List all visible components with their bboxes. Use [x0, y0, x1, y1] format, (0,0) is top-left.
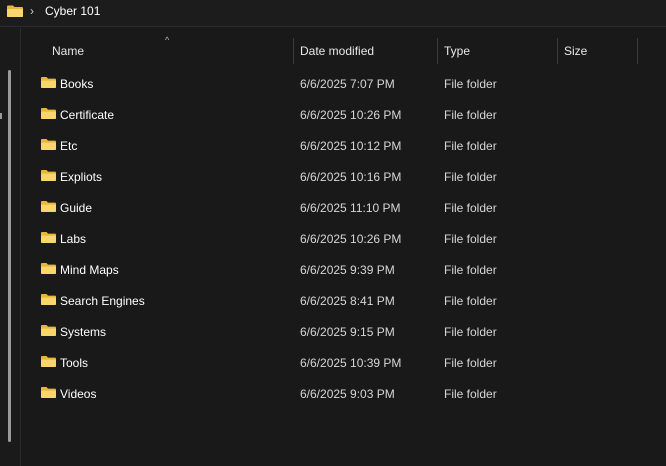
- row-type: File folder: [444, 325, 497, 339]
- pane-edge-marker: [0, 113, 2, 119]
- table-row[interactable]: Guide 6/6/2025 11:10 PM File folder: [22, 192, 666, 223]
- folder-icon: [41, 294, 56, 305]
- folder-icon: [41, 139, 56, 150]
- table-row[interactable]: Expliots 6/6/2025 10:16 PM File folder: [22, 161, 666, 192]
- row-type: File folder: [444, 77, 497, 91]
- column-header-date-modified[interactable]: Date modified: [300, 36, 374, 66]
- column-divider[interactable]: [557, 38, 558, 64]
- row-name: Tools: [60, 356, 89, 370]
- row-date-modified: 6/6/2025 11:10 PM: [300, 201, 401, 215]
- navigation-pane[interactable]: [0, 28, 21, 466]
- row-name: Etc: [60, 139, 78, 153]
- row-name: Books: [60, 77, 94, 91]
- row-name: Systems: [60, 325, 107, 339]
- breadcrumb-current[interactable]: Cyber 101: [45, 4, 100, 18]
- table-row[interactable]: Certificate 6/6/2025 10:26 PM File folde…: [22, 99, 666, 130]
- row-date-modified: 6/6/2025 10:16 PM: [300, 170, 402, 184]
- folder-icon: [41, 232, 56, 243]
- address-bar[interactable]: › Cyber 101: [0, 0, 666, 27]
- table-row[interactable]: Etc 6/6/2025 10:12 PM File folder: [22, 130, 666, 161]
- table-row[interactable]: Search Engines 6/6/2025 8:41 PM File fol…: [22, 285, 666, 316]
- sort-ascending-icon: ^: [165, 35, 170, 45]
- row-name: Videos: [60, 387, 97, 401]
- table-row[interactable]: Tools 6/6/2025 10:39 PM File folder: [22, 347, 666, 378]
- row-name: Guide: [60, 201, 93, 215]
- folder-icon: [41, 170, 56, 181]
- table-row[interactable]: Mind Maps 6/6/2025 9:39 PM File folder: [22, 254, 666, 285]
- folder-icon: [41, 77, 56, 88]
- row-type: File folder: [444, 263, 497, 277]
- file-list[interactable]: ^ Name Date modified Type Size Books 6/6…: [22, 28, 666, 466]
- table-row[interactable]: Videos 6/6/2025 9:03 PM File folder: [22, 378, 666, 409]
- navigation-scrollbar[interactable]: [8, 70, 11, 442]
- row-date-modified: 6/6/2025 10:26 PM: [300, 232, 402, 246]
- folder-icon: [41, 108, 56, 119]
- table-row[interactable]: Books 6/6/2025 7:07 PM File folder: [22, 68, 666, 99]
- row-type: File folder: [444, 170, 497, 184]
- folder-icon: [41, 263, 56, 274]
- folder-icon: [41, 325, 56, 336]
- row-name: Certificate: [60, 108, 115, 122]
- row-name: Expliots: [60, 170, 103, 184]
- folder-icon: [41, 356, 56, 367]
- column-divider[interactable]: [637, 38, 638, 64]
- row-date-modified: 6/6/2025 10:12 PM: [300, 139, 402, 153]
- row-date-modified: 6/6/2025 7:07 PM: [300, 77, 395, 91]
- row-type: File folder: [444, 232, 497, 246]
- row-type: File folder: [444, 356, 497, 370]
- breadcrumb-chevron-icon[interactable]: ›: [30, 4, 34, 18]
- column-divider[interactable]: [437, 38, 438, 64]
- column-header-row: ^ Name Date modified Type Size: [22, 35, 666, 66]
- row-type: File folder: [444, 294, 497, 308]
- row-date-modified: 6/6/2025 10:39 PM: [300, 356, 402, 370]
- row-type: File folder: [444, 201, 497, 215]
- row-date-modified: 6/6/2025 9:03 PM: [300, 387, 395, 401]
- row-date-modified: 6/6/2025 8:41 PM: [300, 294, 395, 308]
- row-date-modified: 6/6/2025 10:26 PM: [300, 108, 402, 122]
- column-divider[interactable]: [293, 38, 294, 64]
- folder-icon: [7, 5, 23, 17]
- row-type: File folder: [444, 387, 497, 401]
- row-name: Labs: [60, 232, 87, 246]
- row-date-modified: 6/6/2025 9:15 PM: [300, 325, 395, 339]
- table-row[interactable]: Labs 6/6/2025 10:26 PM File folder: [22, 223, 666, 254]
- folder-icon: [41, 387, 56, 398]
- column-header-size[interactable]: Size: [564, 36, 587, 66]
- row-date-modified: 6/6/2025 9:39 PM: [300, 263, 395, 277]
- column-header-name[interactable]: Name: [52, 36, 84, 66]
- row-name: Mind Maps: [60, 263, 119, 277]
- table-row[interactable]: Systems 6/6/2025 9:15 PM File folder: [22, 316, 666, 347]
- row-type: File folder: [444, 108, 497, 122]
- column-header-type[interactable]: Type: [444, 36, 470, 66]
- row-type: File folder: [444, 139, 497, 153]
- folder-icon: [41, 201, 56, 212]
- row-name: Search Engines: [60, 294, 145, 308]
